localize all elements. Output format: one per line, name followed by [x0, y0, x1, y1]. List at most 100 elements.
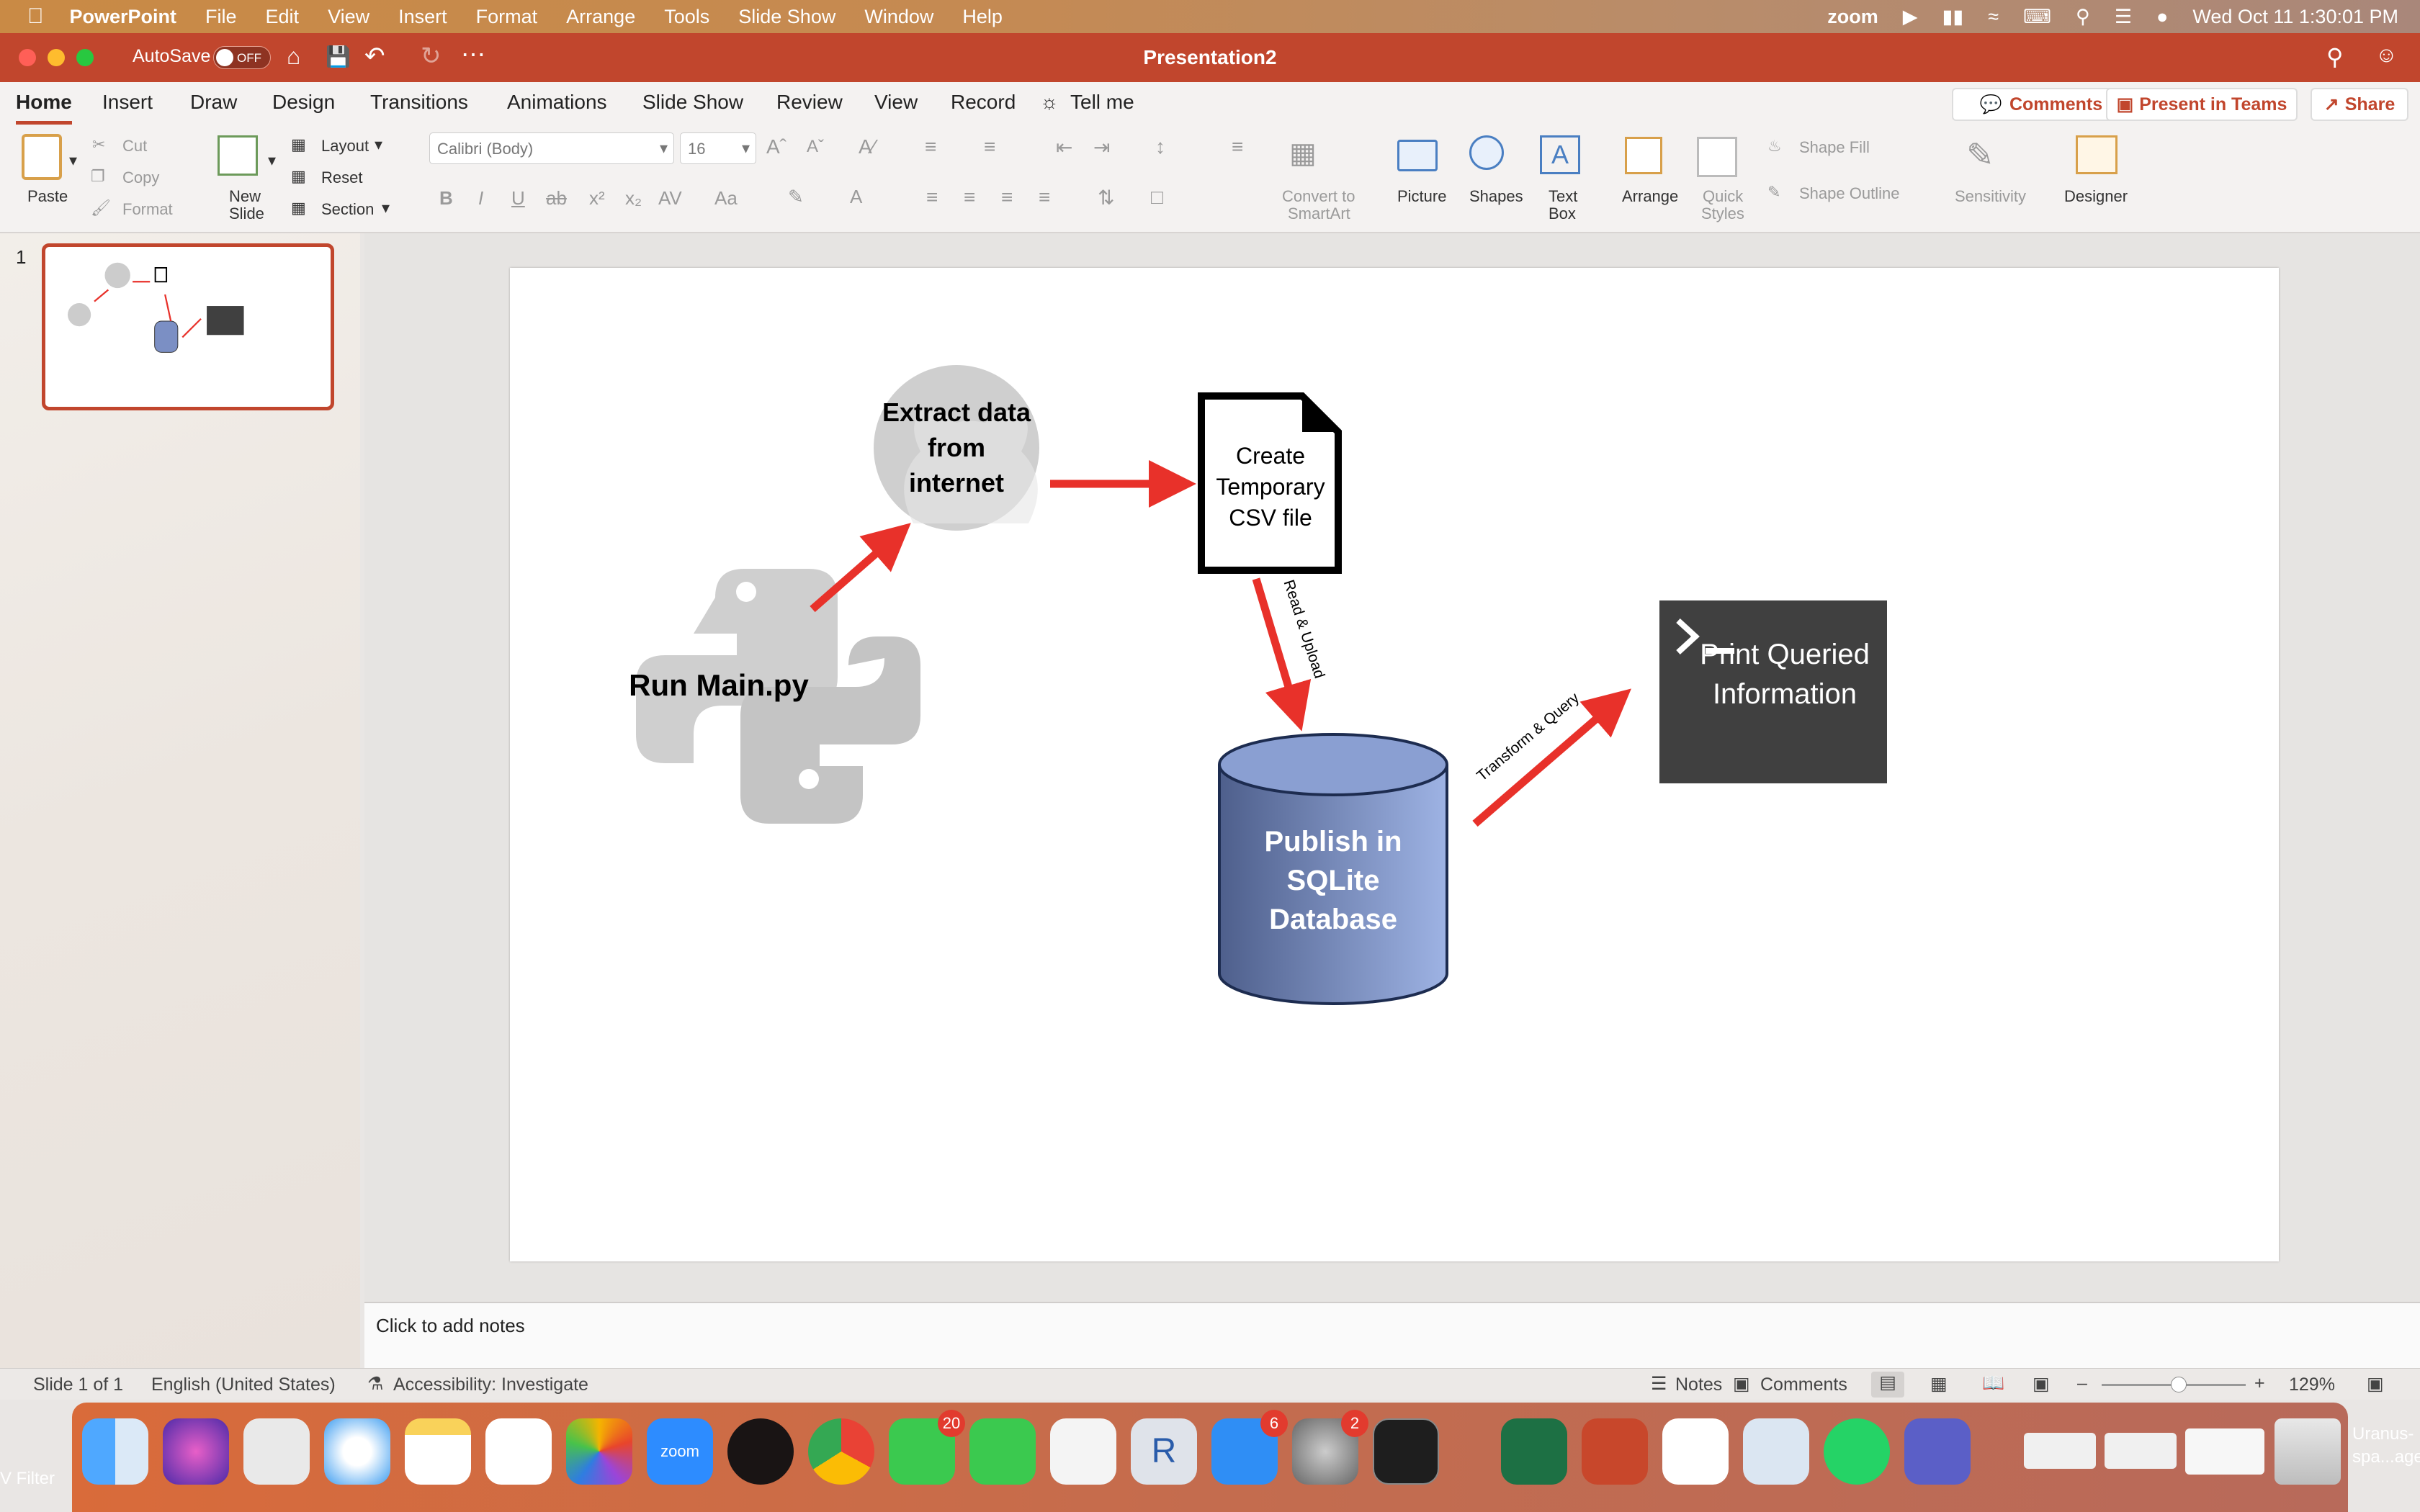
- strikethrough-icon[interactable]: ab: [546, 187, 567, 210]
- format-painter-button[interactable]: Format: [122, 200, 173, 219]
- launchpad-icon[interactable]: [243, 1418, 310, 1485]
- vscode-icon[interactable]: [1662, 1418, 1729, 1485]
- apple-icon[interactable]: : [27, 4, 44, 29]
- tab-review[interactable]: Review: [776, 91, 843, 114]
- menu-arrange[interactable]: Arrange: [566, 6, 635, 28]
- undo-icon[interactable]: ↶: [364, 42, 385, 71]
- smartart-icon[interactable]: ▦: [1289, 137, 1317, 170]
- menu-app-name[interactable]: PowerPoint: [70, 6, 177, 28]
- excel-icon[interactable]: [1501, 1418, 1567, 1485]
- slide-sorter-icon[interactable]: ▦: [1930, 1373, 1948, 1395]
- preview-icon[interactable]: [1743, 1418, 1809, 1485]
- align-left-icon[interactable]: ≡: [926, 186, 938, 209]
- search-icon[interactable]: ⚲: [2076, 6, 2090, 28]
- tab-slideshow[interactable]: Slide Show: [642, 91, 743, 114]
- numbering-icon[interactable]: ≡: [984, 135, 995, 158]
- new-slide-dropdown-icon[interactable]: ▾: [268, 151, 276, 170]
- normal-view-icon[interactable]: ▤: [1871, 1372, 1904, 1398]
- font-size-select[interactable]: 16 ▾: [680, 132, 756, 164]
- account-icon[interactable]: ☺: [2375, 43, 2398, 68]
- arrange-icon[interactable]: [1625, 137, 1662, 174]
- increase-indent-icon[interactable]: ⇥: [1093, 135, 1110, 159]
- tab-insert[interactable]: Insert: [102, 91, 153, 114]
- autosave-toggle[interactable]: OFF: [213, 46, 271, 69]
- bold-icon[interactable]: B: [439, 187, 453, 210]
- redo-icon[interactable]: ↻: [421, 42, 442, 71]
- zoom-out-icon[interactable]: –: [2077, 1373, 2087, 1394]
- quick-styles-label-2[interactable]: Styles: [1701, 204, 1744, 223]
- accessibility-status[interactable]: Accessibility: Investigate: [393, 1374, 588, 1395]
- line-spacing-icon[interactable]: ↕: [1155, 135, 1165, 158]
- share-button[interactable]: ↗ Share: [2311, 88, 2408, 121]
- minimized-window-1[interactable]: [2024, 1433, 2096, 1469]
- designer-label[interactable]: Designer: [2064, 187, 2128, 206]
- text-direction-icon[interactable]: ⇅: [1098, 186, 1114, 210]
- fit-slide-icon[interactable]: ▣: [2367, 1373, 2384, 1395]
- notes-pane[interactable]: Click to add notes: [364, 1302, 2420, 1368]
- font-color-icon[interactable]: A: [850, 186, 862, 208]
- change-case-icon[interactable]: Aa: [714, 187, 738, 210]
- bullets-icon[interactable]: ≡: [925, 135, 936, 158]
- picture-label[interactable]: Picture: [1397, 187, 1446, 206]
- menu-tools[interactable]: Tools: [664, 6, 709, 28]
- home-icon[interactable]: ⌂: [287, 43, 300, 70]
- minimized-window-2[interactable]: [2105, 1433, 2177, 1469]
- zoom-window-button[interactable]: [76, 49, 94, 66]
- paste-icon[interactable]: [22, 134, 62, 180]
- font-name-select[interactable]: Calibri (Body) ▾: [429, 132, 674, 164]
- terminal-app-icon[interactable]: [1373, 1418, 1439, 1485]
- slide-thumbnail-1[interactable]: [42, 243, 334, 410]
- print-info-text[interactable]: Print Queried Information: [1698, 635, 1871, 714]
- siri-icon[interactable]: [163, 1418, 229, 1485]
- control-center-icon[interactable]: ☰: [2115, 6, 2132, 28]
- save-icon[interactable]: 💾: [326, 45, 351, 68]
- extract-text[interactable]: Extract data from internet: [877, 395, 1036, 500]
- shape-outline-button[interactable]: Shape Outline: [1799, 184, 1899, 203]
- menu-file[interactable]: File: [205, 6, 237, 28]
- messages-icon[interactable]: [969, 1418, 1036, 1485]
- tab-record[interactable]: Record: [951, 91, 1016, 114]
- designer-icon[interactable]: [2076, 135, 2118, 174]
- zoom-menu-icon[interactable]: zoom: [1827, 6, 1878, 28]
- align-text-icon[interactable]: □: [1151, 186, 1163, 209]
- menu-help[interactable]: Help: [962, 6, 1003, 28]
- slideshow-view-icon[interactable]: ▣: [2033, 1373, 2050, 1395]
- tab-home[interactable]: Home: [16, 91, 72, 114]
- teams-icon[interactable]: [1904, 1418, 1971, 1485]
- textbox-label-2[interactable]: Box: [1549, 204, 1576, 223]
- close-window-button[interactable]: [19, 49, 36, 66]
- align-right-icon[interactable]: ≡: [1001, 186, 1013, 209]
- comments-button[interactable]: 💬 Comments: [1952, 88, 2130, 121]
- publish-text[interactable]: Publish in SQLite Database: [1247, 822, 1420, 939]
- minimize-window-button[interactable]: [48, 49, 65, 66]
- columns-icon[interactable]: ≡: [1232, 135, 1243, 158]
- siri-icon[interactable]: ●: [2156, 6, 2168, 28]
- menu-window[interactable]: Window: [864, 6, 933, 28]
- copy-button[interactable]: Copy: [122, 168, 159, 187]
- menu-insert[interactable]: Insert: [398, 6, 447, 28]
- new-slide-label-2[interactable]: Slide: [229, 204, 264, 223]
- new-slide-label-1[interactable]: New: [229, 187, 261, 206]
- quick-styles-icon[interactable]: [1697, 137, 1737, 177]
- superscript-icon[interactable]: x²: [589, 187, 605, 210]
- sensitivity-icon[interactable]: ✎: [1966, 135, 1994, 174]
- paste-label[interactable]: Paste: [27, 187, 68, 206]
- wifi-icon[interactable]: ≈: [1988, 6, 1999, 28]
- shapes-icon[interactable]: [1469, 135, 1504, 170]
- comments-toggle[interactable]: Comments: [1760, 1374, 1847, 1395]
- zoom-app-icon[interactable]: zoom: [647, 1418, 713, 1485]
- photos-icon[interactable]: [566, 1418, 632, 1485]
- tab-animations[interactable]: Animations: [507, 91, 607, 114]
- trash-icon[interactable]: [2275, 1418, 2341, 1485]
- section-dropdown-icon[interactable]: ▾: [382, 199, 390, 217]
- menu-view[interactable]: View: [328, 6, 369, 28]
- create-csv-text[interactable]: Create Temporary CSV file: [1206, 441, 1335, 534]
- r-app-icon[interactable]: R: [1131, 1418, 1197, 1485]
- tab-draw[interactable]: Draw: [190, 91, 237, 114]
- align-center-icon[interactable]: ≡: [964, 186, 975, 209]
- sensitivity-label[interactable]: Sensitivity: [1955, 187, 2026, 206]
- shapes-label[interactable]: Shapes: [1469, 187, 1523, 206]
- battery-icon[interactable]: ▮▮: [1942, 6, 1964, 28]
- present-in-teams-button[interactable]: ▣ Present in Teams: [2106, 88, 2298, 121]
- play-icon[interactable]: ▶: [1903, 6, 1918, 28]
